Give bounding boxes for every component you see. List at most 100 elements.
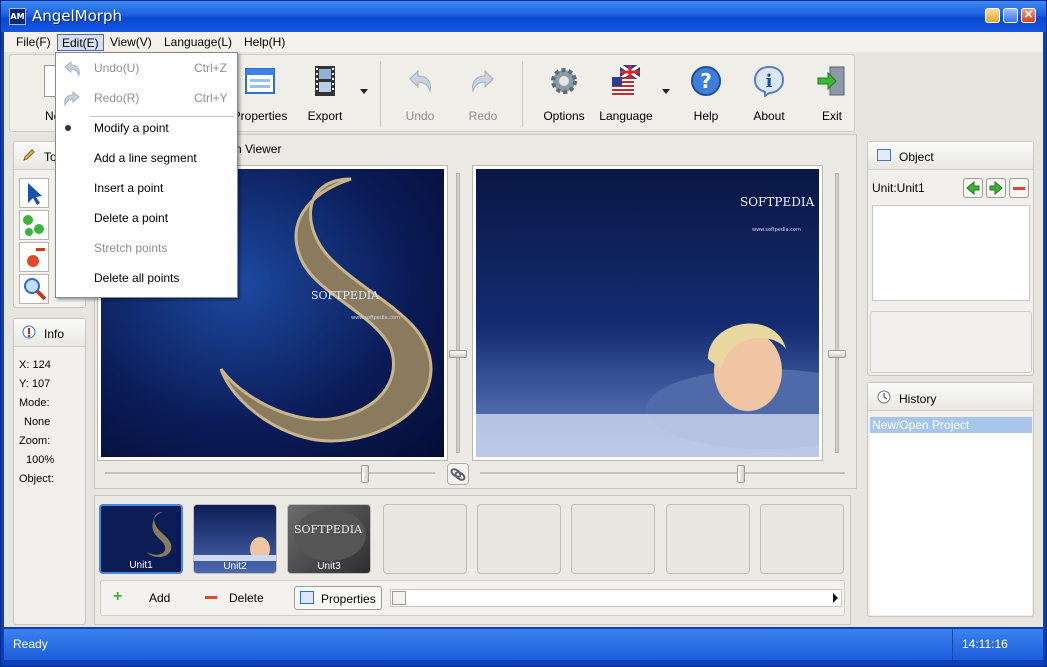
app-icon[interactable]: AM (9, 8, 26, 25)
delete-point-tool-button[interactable] (19, 242, 49, 272)
target-vertical-slider-thumb[interactable] (828, 350, 846, 358)
exit-button[interactable]: Exit (802, 59, 862, 129)
add-point-tool-button[interactable] (19, 210, 49, 240)
source-vertical-slider-thumb[interactable] (449, 350, 467, 358)
maximize-button[interactable] (1003, 8, 1018, 23)
target-image[interactable]: SOFTPEDIA www.softpedia.com (476, 169, 886, 457)
empty-unit-slot[interactable] (571, 504, 655, 574)
select-tool-button[interactable] (19, 178, 49, 208)
scroll-right-arrow-icon[interactable] (833, 593, 838, 603)
add-unit-button[interactable]: + Add (111, 587, 191, 611)
units-horizontal-scrollbar[interactable] (390, 589, 842, 607)
help-button[interactable]: ? Help (676, 59, 736, 129)
title-bar[interactable]: AM AngelMorph ✕ (1, 1, 1046, 32)
menu-edit[interactable]: Edit(E) (57, 34, 104, 51)
target-horizontal-slider-track[interactable] (480, 472, 845, 474)
history-item[interactable]: New/Open Project (870, 417, 1032, 433)
unit-caption: Unit1 (129, 560, 153, 571)
unit-thumbnail[interactable]: SOFTPEDIA Unit3 (287, 504, 371, 574)
about-label: About (753, 109, 785, 123)
source-horizontal-slider-thumb[interactable] (361, 465, 369, 483)
edit-menu-dropdown: Undo(U) Ctrl+Z Redo(R) Ctrl+Y Modify a p… (55, 52, 238, 298)
menu-item-delete-point-label: Delete a point (94, 211, 169, 225)
menu-item-stretch-points-label: Stretch points (94, 241, 168, 255)
redo-button[interactable]: Redo (453, 59, 513, 129)
menu-item-delete-point[interactable]: Delete a point (56, 203, 237, 233)
undo-arrow-icon (404, 65, 436, 97)
empty-unit-slot[interactable] (760, 504, 844, 574)
menu-item-add-line-segment[interactable]: Add a line segment (56, 143, 237, 173)
export-button[interactable]: Export (295, 59, 355, 129)
status-time: 14:11:16 (962, 637, 1008, 651)
status-text: Ready (13, 637, 48, 651)
object-panel-title: Object (899, 150, 934, 164)
info-x-label: X: (19, 359, 30, 371)
export-label: Export (307, 109, 343, 123)
redo-arrow-icon (467, 65, 499, 97)
object-window-icon (877, 149, 891, 161)
previous-object-button[interactable] (963, 178, 983, 198)
unit-action-bar: + Add Delete Properties (100, 580, 845, 616)
empty-unit-slot[interactable] (383, 504, 467, 574)
minimize-button[interactable] (985, 8, 1000, 23)
history-panel-header: History (868, 383, 1033, 411)
next-object-button[interactable] (986, 178, 1006, 198)
history-list[interactable]: New/Open Project (870, 417, 1032, 615)
film-strip-icon (309, 65, 341, 97)
close-button[interactable]: ✕ (1021, 8, 1036, 23)
unit-caption: Unit3 (317, 561, 341, 572)
menu-item-stretch-points[interactable]: Stretch points (56, 233, 237, 263)
language-button[interactable]: Language (596, 59, 656, 129)
svg-text:i: i (766, 71, 773, 92)
radio-bullet-icon (65, 125, 71, 131)
info-exclamation-icon (22, 325, 36, 339)
minus-icon (1013, 187, 1025, 190)
scrollbar-thumb[interactable] (392, 591, 406, 605)
about-button[interactable]: i About (739, 59, 799, 129)
options-button[interactable]: Options (534, 59, 594, 129)
export-dropdown-arrow-icon[interactable] (360, 89, 368, 94)
empty-unit-slot[interactable] (666, 504, 750, 574)
language-dropdown-arrow-icon[interactable] (662, 89, 670, 94)
unit-thumbnail[interactable]: Unit2 (193, 504, 277, 575)
menu-item-redo[interactable]: Redo(R) Ctrl+Y (56, 83, 237, 113)
delete-unit-label: Delete (229, 591, 264, 605)
menu-file[interactable]: File(F) (12, 34, 55, 51)
info-y: Y: 107 (19, 378, 50, 390)
menu-item-delete-all-points[interactable]: Delete all points (56, 263, 237, 293)
zoom-tool-button[interactable] (19, 274, 49, 304)
unit1-thumbnail-image (147, 512, 172, 557)
link-sliders-button[interactable] (447, 463, 469, 485)
target-horizontal-slider-thumb[interactable] (737, 465, 745, 483)
unit2-thumbnail-image (194, 537, 276, 575)
menu-item-insert-point[interactable]: Insert a point (56, 173, 237, 203)
unit-thumbnail[interactable]: Unit1 (99, 504, 183, 574)
remove-object-button[interactable] (1009, 178, 1029, 198)
menu-help[interactable]: Help(H) (240, 34, 289, 51)
status-bar: Ready 14:11:16 (4, 629, 1043, 660)
target-vertical-slider-track[interactable] (835, 173, 839, 453)
menu-item-redo-shortcut: Ctrl+Y (194, 91, 228, 105)
target-image-frame[interactable]: SOFTPEDIA www.softpedia.com (472, 165, 886, 461)
source-horizontal-slider-track[interactable] (105, 472, 435, 474)
info-panel-title: Info (44, 327, 65, 341)
points-add-icon (23, 215, 44, 236)
info-mode-value: None (24, 416, 51, 428)
empty-unit-slot[interactable] (477, 504, 561, 574)
green-left-arrow-icon (966, 180, 980, 196)
svg-text:SOFTPEDIA: SOFTPEDIA (294, 523, 363, 536)
undo-button[interactable]: Undo (390, 59, 450, 129)
menu-item-undo[interactable]: Undo(U) Ctrl+Z (56, 53, 237, 83)
unit-properties-button[interactable]: Properties (294, 586, 382, 610)
menu-language[interactable]: Language(L) (160, 34, 236, 51)
help-label: Help (693, 109, 719, 123)
delete-unit-button[interactable]: Delete (201, 587, 281, 611)
source-vertical-slider-track[interactable] (456, 173, 460, 453)
menu-item-modify-point[interactable]: Modify a point (56, 113, 237, 143)
object-list[interactable] (872, 205, 1030, 301)
svg-text:?: ? (700, 69, 712, 93)
menu-bar: File(F) Edit(E) View(V) Language(L) Help… (4, 32, 1043, 52)
properties-button[interactable]: Properties (230, 59, 290, 129)
menu-view[interactable]: View(V) (106, 34, 156, 51)
redo-arrow-icon (64, 90, 80, 107)
